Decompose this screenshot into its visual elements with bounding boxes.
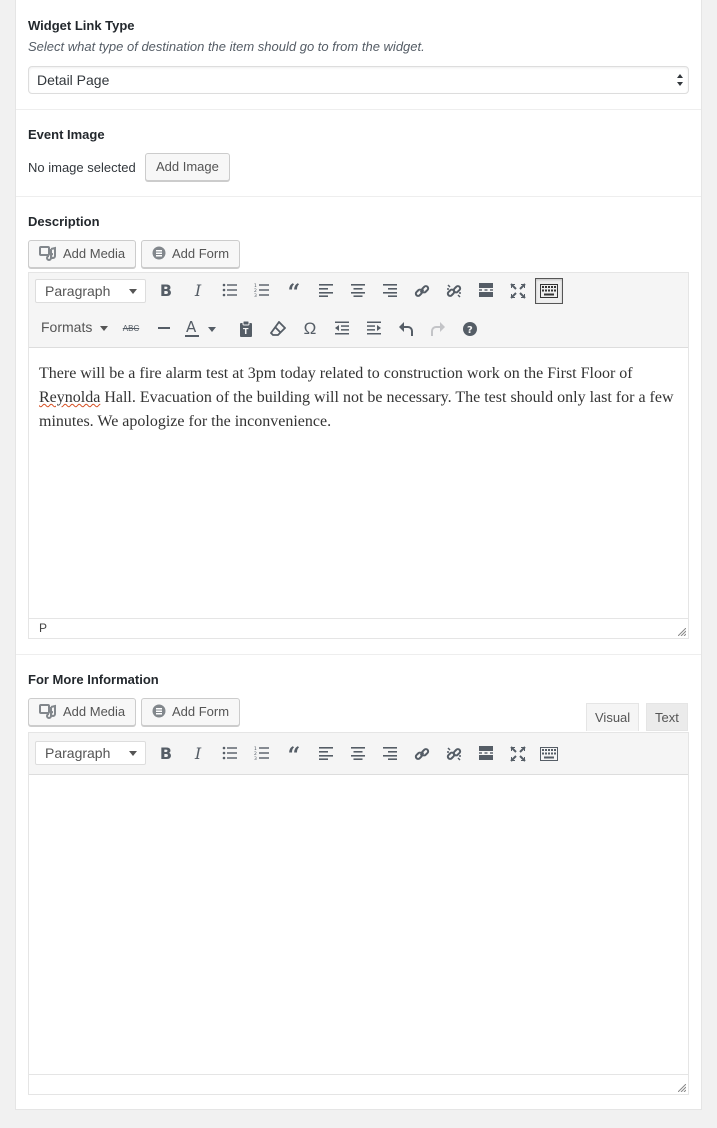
description-section: Description Add Media Add Form Paragraph — [16, 197, 701, 655]
description-content-area[interactable]: There will be a fire alarm test at 3pm t… — [29, 348, 688, 618]
element-path[interactable]: P — [39, 621, 47, 635]
read-more-icon[interactable] — [472, 741, 500, 767]
add-form-button[interactable]: Add Form — [141, 698, 241, 726]
chevron-down-icon — [129, 289, 137, 294]
event-image-status: No image selected — [28, 160, 136, 175]
horizontal-line-icon[interactable] — [150, 316, 178, 342]
bold-icon[interactable]: B — [152, 741, 180, 767]
add-media-label: Add Media — [63, 246, 126, 261]
formats-menu-label: Formats — [41, 319, 93, 335]
svg-text:A: A — [186, 320, 197, 336]
formats-menu[interactable]: Formats — [41, 315, 109, 339]
add-media-icon — [39, 704, 56, 720]
misspelled-word: Reynolda — [39, 389, 101, 406]
fullscreen-icon[interactable] — [504, 278, 532, 304]
tab-visual[interactable]: Visual — [586, 703, 640, 731]
metabox-panel: Widget Link Type Select what type of des… — [15, 0, 702, 1110]
svg-text:3: 3 — [254, 293, 257, 297]
numbered-list-icon[interactable]: 123 — [248, 741, 276, 767]
format-select[interactable]: Paragraph — [35, 279, 146, 303]
resize-handle-icon[interactable] — [678, 628, 686, 636]
description-toolbar: Paragraph B I 123 “ Formats ABC A T Ω ? — [29, 273, 688, 348]
resize-handle-icon[interactable] — [678, 1084, 686, 1092]
widget-link-type-section: Widget Link Type Select what type of des… — [16, 0, 701, 110]
unlink-icon[interactable] — [440, 741, 468, 767]
special-character-icon[interactable]: Ω — [296, 316, 324, 342]
more-info-content — [29, 775, 688, 803]
svg-text:?: ? — [467, 325, 473, 336]
italic-icon[interactable]: I — [184, 278, 212, 304]
indent-icon[interactable] — [360, 316, 388, 342]
widget-link-type-select[interactable]: Detail Page — [28, 66, 689, 94]
add-form-button[interactable]: Add Form — [141, 240, 241, 268]
align-right-icon[interactable] — [376, 741, 404, 767]
widget-link-type-label: Widget Link Type — [28, 18, 135, 33]
text-color-icon[interactable]: A — [181, 316, 223, 342]
toolbar-row-1: Paragraph B I 123 “ — [29, 273, 688, 311]
link-icon[interactable] — [408, 741, 436, 767]
add-form-label: Add Form — [172, 704, 230, 719]
numbered-list-icon[interactable]: 123 — [248, 278, 276, 304]
format-select-value: Paragraph — [45, 745, 111, 761]
svg-text:T: T — [243, 327, 249, 336]
bullet-list-icon[interactable] — [216, 741, 244, 767]
italic-icon[interactable]: I — [184, 741, 212, 767]
help-icon[interactable]: ? — [456, 316, 484, 342]
add-media-icon — [39, 246, 56, 262]
more-info-content-area[interactable] — [29, 775, 688, 1074]
event-image-label: Event Image — [28, 127, 105, 142]
format-select[interactable]: Paragraph — [35, 741, 146, 765]
editor-path-bar: P — [29, 618, 688, 638]
add-media-button[interactable]: Add Media — [28, 240, 137, 268]
more-info-section: For More Information Add Media Add Form … — [16, 655, 701, 1110]
select-arrows-icon — [677, 74, 683, 86]
format-select-value: Paragraph — [45, 283, 111, 299]
chevron-down-icon — [129, 751, 137, 756]
toolbar-row-2: Formats ABC A T Ω ? — [29, 311, 688, 345]
add-form-icon — [152, 704, 166, 718]
bold-icon[interactable]: B — [152, 278, 180, 304]
more-info-label: For More Information — [28, 672, 159, 687]
widget-link-type-description: Select what type of destination the item… — [28, 39, 425, 54]
align-left-icon[interactable] — [312, 278, 340, 304]
undo-icon[interactable] — [392, 316, 420, 342]
description-label: Description — [28, 214, 100, 229]
toolbar-row-1: Paragraph B I 123 “ — [29, 733, 688, 775]
add-media-label: Add Media — [63, 704, 126, 719]
paste-text-icon[interactable]: T — [232, 316, 260, 342]
description-content: There will be a fire alarm test at 3pm t… — [39, 365, 674, 430]
add-form-label: Add Form — [172, 246, 230, 261]
toolbar-toggle-icon[interactable] — [535, 278, 563, 304]
more-info-toolbar: Paragraph B I 123 “ — [29, 733, 688, 775]
clear-formatting-icon[interactable] — [264, 316, 292, 342]
tab-text[interactable]: Text — [646, 703, 688, 731]
bullet-list-icon[interactable] — [216, 278, 244, 304]
outdent-icon[interactable] — [328, 316, 356, 342]
align-right-icon[interactable] — [376, 278, 404, 304]
link-icon[interactable] — [408, 278, 436, 304]
svg-text:3: 3 — [254, 756, 257, 760]
add-media-button[interactable]: Add Media — [28, 698, 137, 726]
read-more-icon[interactable] — [472, 278, 500, 304]
chevron-down-icon — [100, 325, 109, 331]
align-left-icon[interactable] — [312, 741, 340, 767]
description-editor: Paragraph B I 123 “ Formats ABC A T Ω ? … — [28, 272, 689, 639]
more-info-editor: Paragraph B I 123 “ — [28, 732, 689, 1095]
blockquote-icon[interactable]: “ — [280, 278, 308, 306]
toolbar-toggle-icon[interactable] — [535, 741, 563, 767]
strikethrough-icon[interactable]: ABC — [117, 316, 145, 342]
add-form-icon — [152, 246, 166, 260]
unlink-icon[interactable] — [440, 278, 468, 304]
editor-path-bar — [29, 1074, 688, 1094]
add-image-button[interactable]: Add Image — [145, 153, 230, 181]
align-center-icon[interactable] — [344, 741, 372, 767]
fullscreen-icon[interactable] — [504, 741, 532, 767]
event-image-section: Event Image No image selected Add Image — [16, 110, 701, 197]
blockquote-icon[interactable]: “ — [280, 741, 308, 769]
redo-icon[interactable] — [424, 316, 452, 342]
widget-link-type-value: Detail Page — [37, 72, 110, 88]
align-center-icon[interactable] — [344, 278, 372, 304]
